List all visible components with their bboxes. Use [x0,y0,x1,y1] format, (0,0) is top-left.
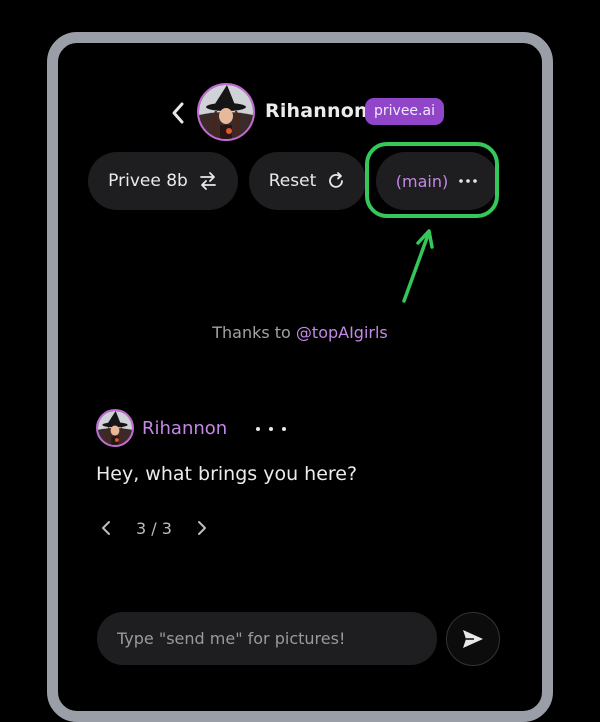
site-badge: privee.ai [365,98,444,125]
refresh-icon [329,172,344,188]
message-composer [97,612,437,665]
message-text: Hey, what brings you here? [96,463,358,485]
chevron-right-icon [197,521,206,535]
model-switch-button[interactable]: Privee 8b [88,152,238,210]
chat-screen: Rihannon privee.ai Privee 8b Reset (main… [58,43,542,711]
message-input[interactable] [97,612,437,665]
reset-button[interactable]: Reset [249,152,366,210]
dot [256,427,260,431]
next-variant-button[interactable] [194,517,210,539]
model-label: Privee 8b [108,171,188,191]
back-button[interactable] [166,97,190,129]
credit-link[interactable]: @topAIgirls [296,323,388,342]
chat-title: Rihannon [265,100,368,122]
message-options-button[interactable] [256,421,286,437]
reset-label: Reset [268,171,317,191]
pager-count: 3 / 3 [136,518,172,538]
branch-menu-button[interactable]: (main) [376,152,498,210]
chevron-left-icon [102,521,110,535]
message-header: Rihannon [96,409,227,447]
credit-line: Thanks to @topAIgirls [58,323,542,342]
send-button[interactable] [446,612,500,666]
phone-frame: Rihannon privee.ai Privee 8b Reset (main… [47,32,553,722]
message-pager: 3 / 3 [98,517,210,539]
dot [282,427,286,431]
chevron-left-icon [172,102,184,124]
message-author: Rihannon [142,417,228,439]
prev-variant-button[interactable] [98,517,114,539]
annotation-arrow [402,229,434,303]
dot [269,427,273,431]
more-horizontal-icon [459,179,478,183]
message-avatar[interactable] [96,409,134,447]
avatar[interactable] [197,83,255,141]
credit-prefix: Thanks to [212,323,291,342]
swap-arrows-icon [199,172,216,190]
branch-label: (main) [395,171,449,191]
send-icon [463,630,483,648]
